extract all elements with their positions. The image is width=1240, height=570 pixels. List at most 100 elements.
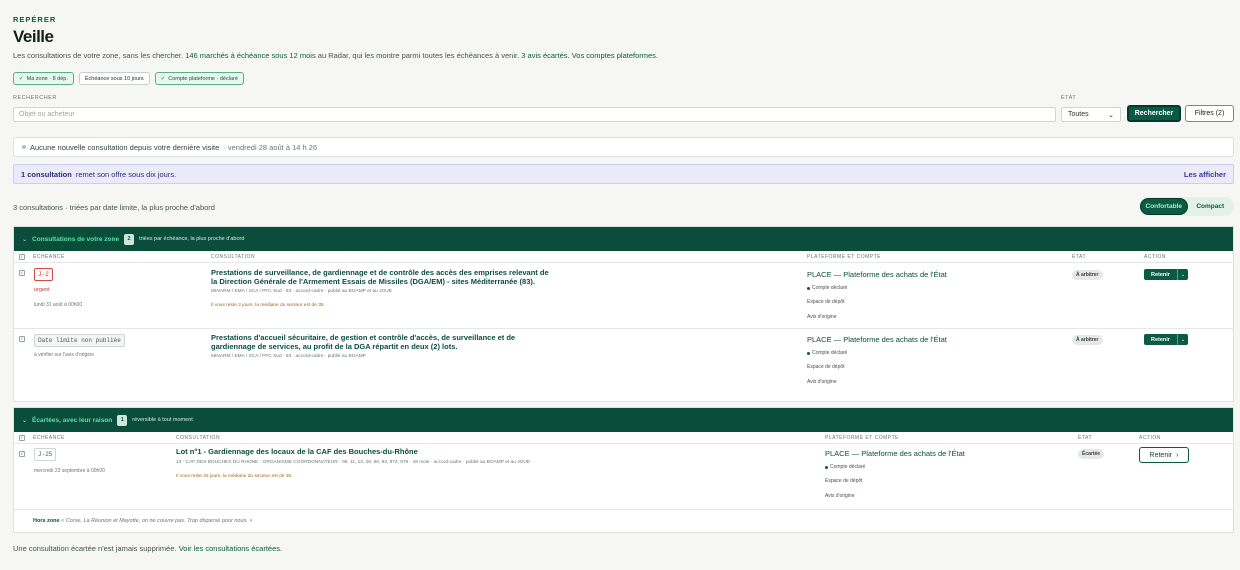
discarded-section: ⌄ Écartées, avec leur raison 1 réversibl… [13, 407, 1234, 533]
account-label: Compte déclaré [830, 464, 866, 470]
platform-name[interactable]: PLACE — Plateforme des achats de l'État [825, 449, 965, 458]
consultation-meta: MINARM / EMA / SCA / PFC Sud · 83 · acco… [211, 354, 366, 359]
chip-zone[interactable]: ✓ Ma zone · 8 dép. [13, 72, 74, 85]
col-deadline: ÉCHÉANCE [33, 254, 65, 260]
page-eyebrow: REPÉRER [13, 15, 57, 24]
new-consultations-notice: Aucune nouvelle consultation depuis votr… [13, 137, 1234, 157]
chip-label: Compte plateforme · déclaré [168, 75, 238, 82]
chevron-down-icon: ⌄ [1108, 111, 1114, 119]
chevron-down-icon: ⌄ [22, 236, 28, 243]
section-count-badge: 2 [124, 233, 135, 245]
consultation-title[interactable]: Prestations d'accueil sécuritaire, de ge… [211, 333, 515, 351]
row-checkbox[interactable]: ✓ [19, 336, 25, 342]
title-line: gardiennage de services, au profit de la… [211, 342, 458, 351]
table-row[interactable]: ✓ Date limite non publiée à vérifier sur… [14, 329, 1233, 394]
origin-notice-link[interactable]: Avis d'origine [825, 493, 855, 499]
urgency-label: urgent [34, 287, 50, 293]
status-dot-icon [22, 145, 26, 149]
filters-button[interactable]: Filtres (2) [1185, 105, 1234, 122]
state-badge: À arbitrer [1072, 270, 1103, 280]
check-icon: ✓ [19, 75, 24, 82]
platform-name[interactable]: PLACE — Plateforme des achats de l'État [807, 270, 947, 279]
chevron-down-icon: ⌄ [22, 417, 28, 424]
account-label: Compte déclaré [812, 285, 848, 291]
row-checkbox[interactable]: ✓ [19, 270, 25, 276]
chevron-down-icon[interactable]: ⌄ [1176, 334, 1188, 345]
status-dot-icon [825, 465, 828, 469]
account-label: Compte déclaré [812, 350, 848, 356]
consultation-title[interactable]: Lot n°1 - Gardiennage des locaux de la C… [176, 447, 418, 456]
deadline-banner: 1 consultation remet son offre sous dix … [13, 164, 1234, 184]
col-deadline: ÉCHÉANCE [33, 435, 65, 441]
deadline-tag: J-2 [34, 268, 53, 281]
deadline-date: mercredi 23 septembre à 00h00 [34, 468, 105, 474]
chevron-right-icon: › [1176, 451, 1179, 459]
col-consultation: CONSULTATION [211, 254, 256, 260]
view-discarded-link[interactable]: Voir les consultations écartées. [179, 544, 282, 553]
retain-button[interactable]: Retenir [1144, 269, 1177, 280]
consultation-title[interactable]: Prestations de surveillance, de gardienn… [211, 268, 549, 286]
platform-accounts-link[interactable]: Vos comptes plateformes. [572, 51, 658, 60]
deposit-link[interactable]: Espace de dépôt [807, 299, 845, 305]
deadline-tag: Date limite non publiée [34, 334, 125, 347]
discarded-notices-link[interactable]: 3 avis écartés. [521, 51, 569, 60]
title-line: la Direction Générale de l'Armement Essa… [211, 277, 535, 286]
platform-name[interactable]: PLACE — Plateforme des achats de l'État [807, 335, 947, 344]
title-line: Prestations de surveillance, de gardienn… [211, 268, 549, 277]
section-subtitle: triées par échéance, la plus proche d'ab… [139, 236, 245, 242]
table-row[interactable]: ✓ J-25 mercredi 23 septembre à 00h00 Lot… [14, 444, 1233, 510]
zone-section-header[interactable]: ⌄ Consultations de votre zone 2 triées p… [14, 227, 1233, 251]
section-count-badge: 1 [117, 414, 128, 426]
title-line: Prestations d'accueil sécuritaire, de ge… [211, 333, 516, 342]
banner-count: 1 consultation [21, 169, 72, 179]
discard-reason: Hors zone « Corse, La Réunion et Mayotte… [33, 518, 252, 524]
discarded-section-header[interactable]: ⌄ Écartées, avec leur raison 1 réversibl… [14, 408, 1233, 432]
retain-split-button: Retenir ⌄ [1144, 269, 1188, 280]
section-subtitle: réversible à tout moment [132, 417, 193, 423]
reason-text: « Corse, La Réunion et Mayotte, on ne co… [61, 518, 253, 524]
col-action: ACTION [1144, 254, 1166, 260]
row-checkbox[interactable]: ✓ [19, 451, 25, 457]
account-status: Compte déclaré [825, 464, 865, 470]
retain-split-button: Retenir ⌄ [1144, 334, 1188, 345]
results-count: 3 consultations · triées par date limite… [13, 203, 215, 212]
table-header: ✓ ÉCHÉANCE CONSULTATION PLATEFORME ET CO… [14, 432, 1233, 444]
col-consultation: CONSULTATION [176, 435, 221, 441]
deadline-tag: J-25 [34, 448, 57, 461]
status-dot-icon [807, 351, 810, 355]
col-state: ÉTAT [1072, 254, 1087, 260]
origin-notice-link[interactable]: Avis d'origine [807, 379, 837, 385]
col-platform: PLATEFORME ET COMPTE [807, 254, 881, 260]
check-icon: ✓ [160, 75, 166, 82]
notice-date: · vendredi 28 août à 14 h 26 [223, 142, 318, 152]
intro-text: Les consultations de votre zone, sans le… [13, 51, 184, 60]
density-comfortable[interactable]: Confortable [1140, 198, 1188, 215]
chevron-down-icon[interactable]: ⌄ [1176, 269, 1188, 280]
consultation-meta: 13 · CAF DES BOUCHES DU RHONE - ORGANISM… [176, 460, 531, 465]
table-header: ✓ ÉCHÉANCE CONSULTATION PLATEFORME ET CO… [14, 251, 1233, 263]
chip-label: Échéance sous 10 jours [84, 75, 144, 82]
retain-button[interactable]: Retenir [1144, 334, 1177, 345]
search-label: RECHERCHER [13, 95, 57, 101]
density-compact[interactable]: Compact [1188, 198, 1234, 215]
table-row[interactable]: ✓ J-2 urgent lundi 31 août à 00h00 Prest… [14, 263, 1233, 329]
select-all-checkbox[interactable]: ✓ [19, 254, 25, 260]
search-button[interactable]: Rechercher [1127, 105, 1181, 122]
col-platform: PLATEFORME ET COMPTE [825, 435, 899, 441]
deposit-link[interactable]: Espace de dépôt [807, 364, 845, 370]
retain-button[interactable]: Retenir › [1139, 447, 1189, 463]
search-input[interactable]: Objet ou acheteur [13, 107, 1056, 122]
chip-platform-account[interactable]: ✓ Compte plateforme · déclaré [154, 72, 244, 85]
radar-link[interactable]: 146 marchés à échéance sous 12 mois [185, 51, 316, 60]
chip-deadline[interactable]: Échéance sous 10 jours [78, 72, 150, 85]
deadline-date: lundi 31 août à 00h00 [34, 302, 83, 308]
deposit-link[interactable]: Espace de dépôt [825, 478, 863, 484]
state-select[interactable]: Toutes ⌄ [1061, 107, 1121, 122]
select-all-checkbox[interactable]: ✓ [19, 435, 25, 441]
notice-text: Aucune nouvelle consultation depuis votr… [30, 142, 220, 152]
page-title: Veille [13, 27, 54, 46]
origin-notice-link[interactable]: Avis d'origine [807, 314, 837, 320]
show-consultations-link[interactable]: Les afficher [1184, 170, 1226, 179]
zone-section: ⌄ Consultations de votre zone 2 triées p… [13, 226, 1234, 402]
chip-label: Ma zone · 8 dép. [26, 75, 68, 82]
